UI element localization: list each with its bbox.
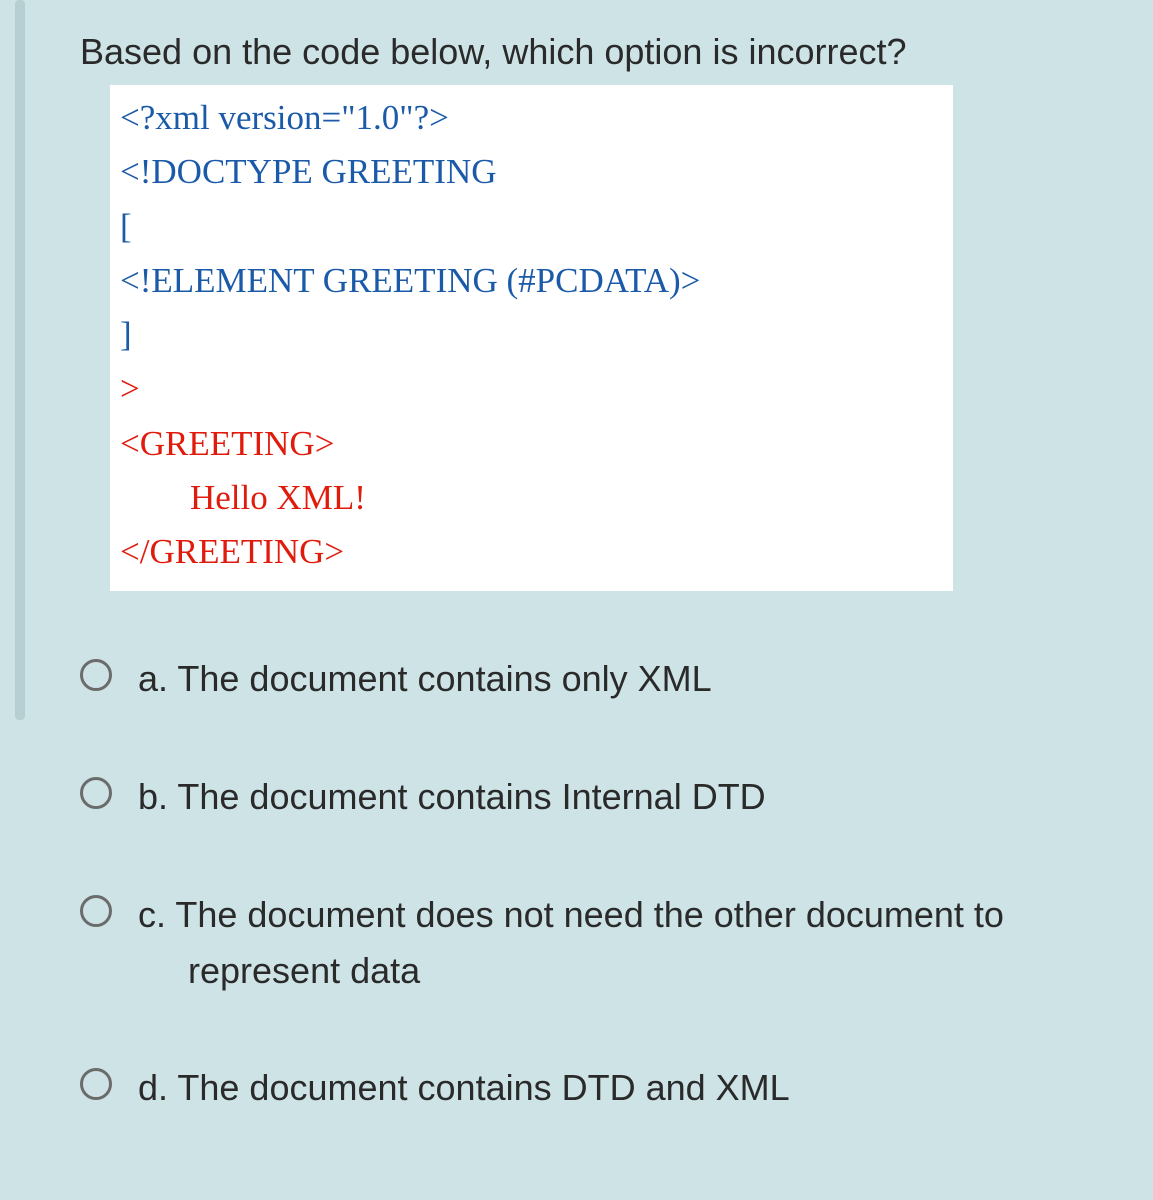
code-snippet: <?xml version="1.0"?> <!DOCTYPE GREETING… xyxy=(110,85,953,591)
code-line: > xyxy=(120,362,943,416)
code-line: <?xml version="1.0"?> xyxy=(120,91,943,145)
code-line: [ xyxy=(120,200,943,254)
code-line: Hello XML! xyxy=(120,471,943,525)
option-letter: d. xyxy=(138,1067,168,1108)
code-line: <GREETING> xyxy=(120,417,943,471)
option-label: The document contains DTD and XML xyxy=(177,1067,789,1108)
option-c[interactable]: c. The document does not need the other … xyxy=(80,887,1093,999)
option-a[interactable]: a. The document contains only XML xyxy=(80,651,1093,707)
radio-icon[interactable] xyxy=(80,895,112,927)
options-group: a. The document contains only XML b. The… xyxy=(80,651,1093,1116)
option-letter: c. xyxy=(138,894,166,935)
code-line: <!DOCTYPE GREETING xyxy=(120,145,943,199)
question-block: Based on the code below, which option is… xyxy=(25,0,1153,1200)
option-letter: a. xyxy=(138,658,168,699)
option-letter: b. xyxy=(138,776,168,817)
option-label: The document contains only XML xyxy=(177,658,711,699)
sidebar-stripe xyxy=(15,0,25,720)
option-d[interactable]: d. The document contains DTD and XML xyxy=(80,1060,1093,1116)
option-label: The document does not need the other doc… xyxy=(175,894,1004,991)
question-text: Based on the code below, which option is… xyxy=(80,25,1093,79)
radio-icon[interactable] xyxy=(80,1068,112,1100)
code-line: ] xyxy=(120,308,943,362)
radio-icon[interactable] xyxy=(80,777,112,809)
code-line: </GREETING> xyxy=(120,525,943,579)
code-line: <!ELEMENT GREETING (#PCDATA)> xyxy=(120,254,943,308)
radio-icon[interactable] xyxy=(80,659,112,691)
option-label: The document contains Internal DTD xyxy=(177,776,765,817)
option-b[interactable]: b. The document contains Internal DTD xyxy=(80,769,1093,825)
